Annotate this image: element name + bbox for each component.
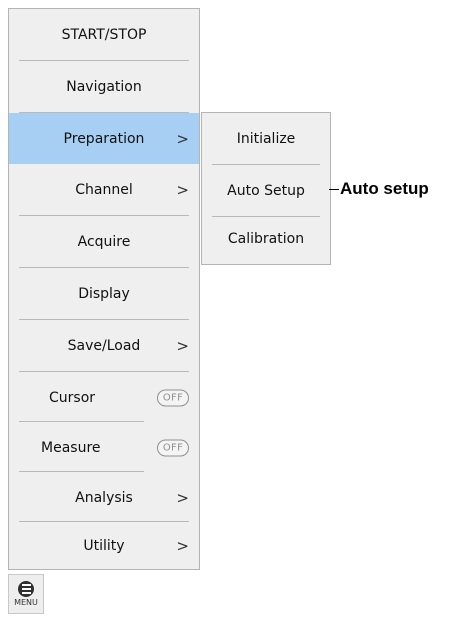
cursor-toggle[interactable]: OFF [157, 389, 189, 406]
submenu-item-label: Auto Setup [227, 182, 305, 199]
menu-item-start-stop[interactable]: START/STOP [9, 9, 199, 60]
menu-item-label: Display [78, 285, 130, 302]
menu-button[interactable]: MENU [8, 574, 44, 614]
menu-button-label: MENU [14, 598, 38, 607]
callout-leader-line [329, 189, 339, 190]
menu-item-label: Channel [75, 181, 133, 198]
menu-icon [18, 581, 34, 597]
menu-item-label: Cursor [49, 389, 96, 406]
submenu-item-initialize[interactable]: Initialize [202, 113, 330, 164]
menu-item-utility[interactable]: Utility > [9, 520, 199, 571]
menu-item-cursor[interactable]: Cursor OFF [9, 372, 199, 423]
menu-item-label: Preparation [63, 130, 145, 147]
callout-label: Auto setup [340, 179, 429, 198]
submenu-item-label: Calibration [227, 230, 305, 247]
menu-item-label: Utility [83, 537, 125, 554]
menu-item-label: START/STOP [61, 26, 147, 43]
chevron-right-icon: > [176, 180, 189, 199]
submenu-item-calibration[interactable]: Calibration [202, 213, 330, 264]
main-menu: START/STOP Navigation Preparation > Chan… [8, 8, 200, 570]
chevron-right-icon: > [176, 336, 189, 355]
menu-item-channel[interactable]: Channel > [9, 164, 199, 215]
chevron-right-icon: > [176, 129, 189, 148]
submenu-item-label: Initialize [236, 130, 296, 147]
menu-item-label: Save/Load [67, 337, 141, 354]
menu-item-measure[interactable]: Measure OFF [9, 422, 199, 473]
menu-item-acquire[interactable]: Acquire [9, 216, 199, 267]
preparation-submenu: Initialize Auto Setup Calibration [201, 112, 331, 265]
chevron-right-icon: > [176, 536, 189, 555]
menu-item-preparation[interactable]: Preparation > [9, 113, 199, 164]
menu-item-label: Acquire [77, 233, 131, 250]
menu-item-navigation[interactable]: Navigation [9, 61, 199, 112]
menu-item-display[interactable]: Display [9, 268, 199, 319]
menu-item-label: Measure [41, 439, 101, 456]
menu-item-label: Analysis [75, 489, 133, 506]
menu-item-analysis[interactable]: Analysis > [9, 472, 199, 523]
submenu-item-auto-setup[interactable]: Auto Setup [202, 165, 330, 216]
measure-toggle[interactable]: OFF [157, 439, 189, 456]
menu-item-save-load[interactable]: Save/Load > [9, 320, 199, 371]
menu-item-label: Navigation [66, 78, 142, 95]
chevron-right-icon: > [176, 488, 189, 507]
